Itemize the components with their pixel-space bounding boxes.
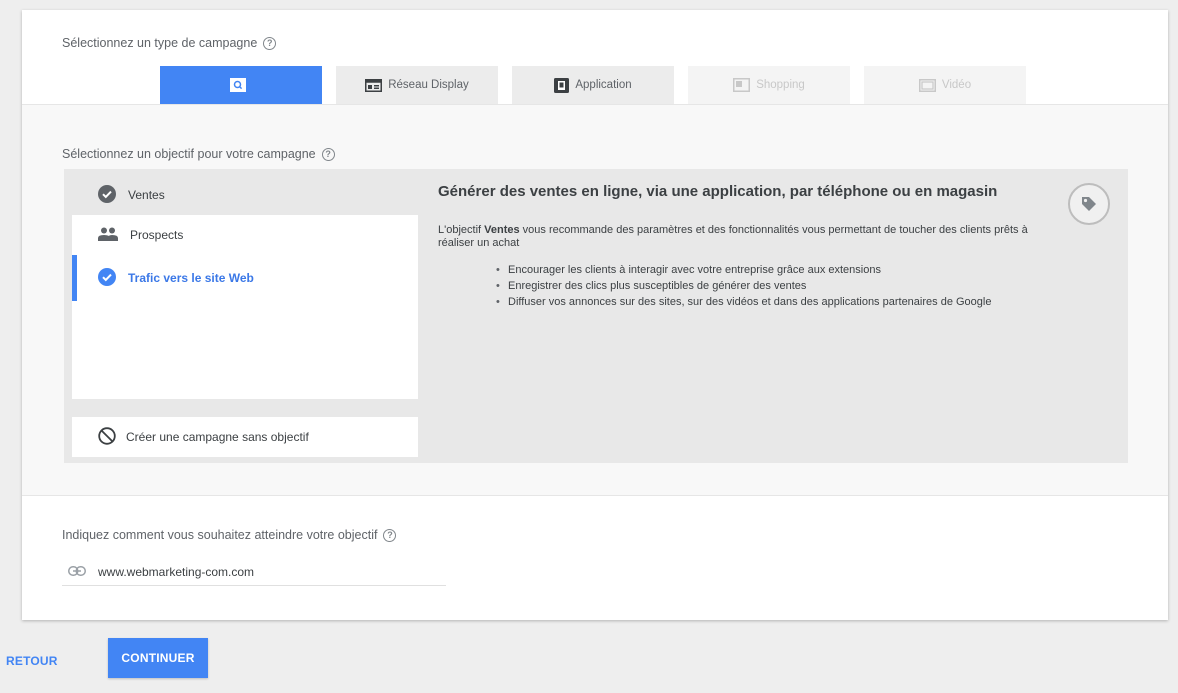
objective-list: Ventes Prospects Trafic vers le site Web <box>72 175 418 399</box>
campaign-type-tabs: Réseau Display Application Shopping Vidé… <box>160 66 1026 104</box>
help-icon[interactable]: ? <box>263 36 277 50</box>
reach-label: Indiquez comment vous souhaitez atteindr… <box>62 528 397 542</box>
objective-label: Sélectionnez un objectif pour votre camp… <box>62 147 335 161</box>
objective-panel: Ventes Prospects Trafic vers le site Web… <box>64 169 1128 463</box>
no-objective-option[interactable]: Créer une campagne sans objectif <box>72 417 418 457</box>
tab-display-network[interactable]: Réseau Display <box>336 66 498 104</box>
list-item: Diffuser vos annonces sur des sites, sur… <box>496 294 1038 310</box>
display-icon <box>365 78 383 92</box>
tag-icon <box>1068 183 1110 225</box>
check-circle-icon <box>98 267 116 289</box>
website-url-field[interactable]: www.webmarketing-com.com <box>62 558 446 586</box>
campaign-type-label: Sélectionnez un type de campagne ? <box>62 36 277 50</box>
people-icon <box>98 227 118 244</box>
tab-shopping[interactable]: Shopping <box>688 66 850 104</box>
objective-item-website-traffic[interactable]: Trafic vers le site Web <box>72 255 418 301</box>
tab-application[interactable]: Application <box>512 66 674 104</box>
objective-item-leads[interactable]: Prospects <box>72 215 418 255</box>
objective-section: Sélectionnez un objectif pour votre camp… <box>22 104 1168 496</box>
tab-search[interactable] <box>160 66 322 104</box>
help-icon[interactable]: ? <box>321 147 335 161</box>
block-icon <box>98 426 116 448</box>
objective-detail: Générer des ventes en ligne, via une app… <box>438 183 1078 310</box>
campaign-setup-card: Sélectionnez un type de campagne ? Résea… <box>22 10 1168 620</box>
website-url-value: www.webmarketing-com.com <box>98 564 255 579</box>
shopping-icon <box>733 78 751 92</box>
selection-indicator <box>72 255 77 301</box>
objective-list-spacer <box>72 301 418 399</box>
app-icon <box>554 77 570 93</box>
continue-button[interactable]: CONTINUER <box>108 638 208 678</box>
objective-benefits-list: Encourager les clients à interagir avec … <box>438 262 1078 310</box>
check-circle-icon <box>98 184 116 206</box>
help-icon[interactable]: ? <box>383 528 397 542</box>
back-button[interactable]: RETOUR <box>6 646 58 676</box>
tab-video[interactable]: Vidéo <box>864 66 1026 104</box>
list-item: Enregistrer des clics plus susceptibles … <box>496 278 1038 294</box>
objective-item-sales[interactable]: Ventes <box>72 175 418 215</box>
list-item: Encourager les clients à interagir avec … <box>496 262 1038 278</box>
objective-detail-description: L'objectif Ventes vous recommande des pa… <box>438 224 1028 249</box>
link-icon <box>68 565 86 579</box>
video-icon <box>918 78 936 92</box>
objective-detail-title: Générer des ventes en ligne, via une app… <box>438 183 998 200</box>
campaign-type-section: Sélectionnez un type de campagne ? Résea… <box>22 10 1168 104</box>
search-icon <box>230 78 246 92</box>
